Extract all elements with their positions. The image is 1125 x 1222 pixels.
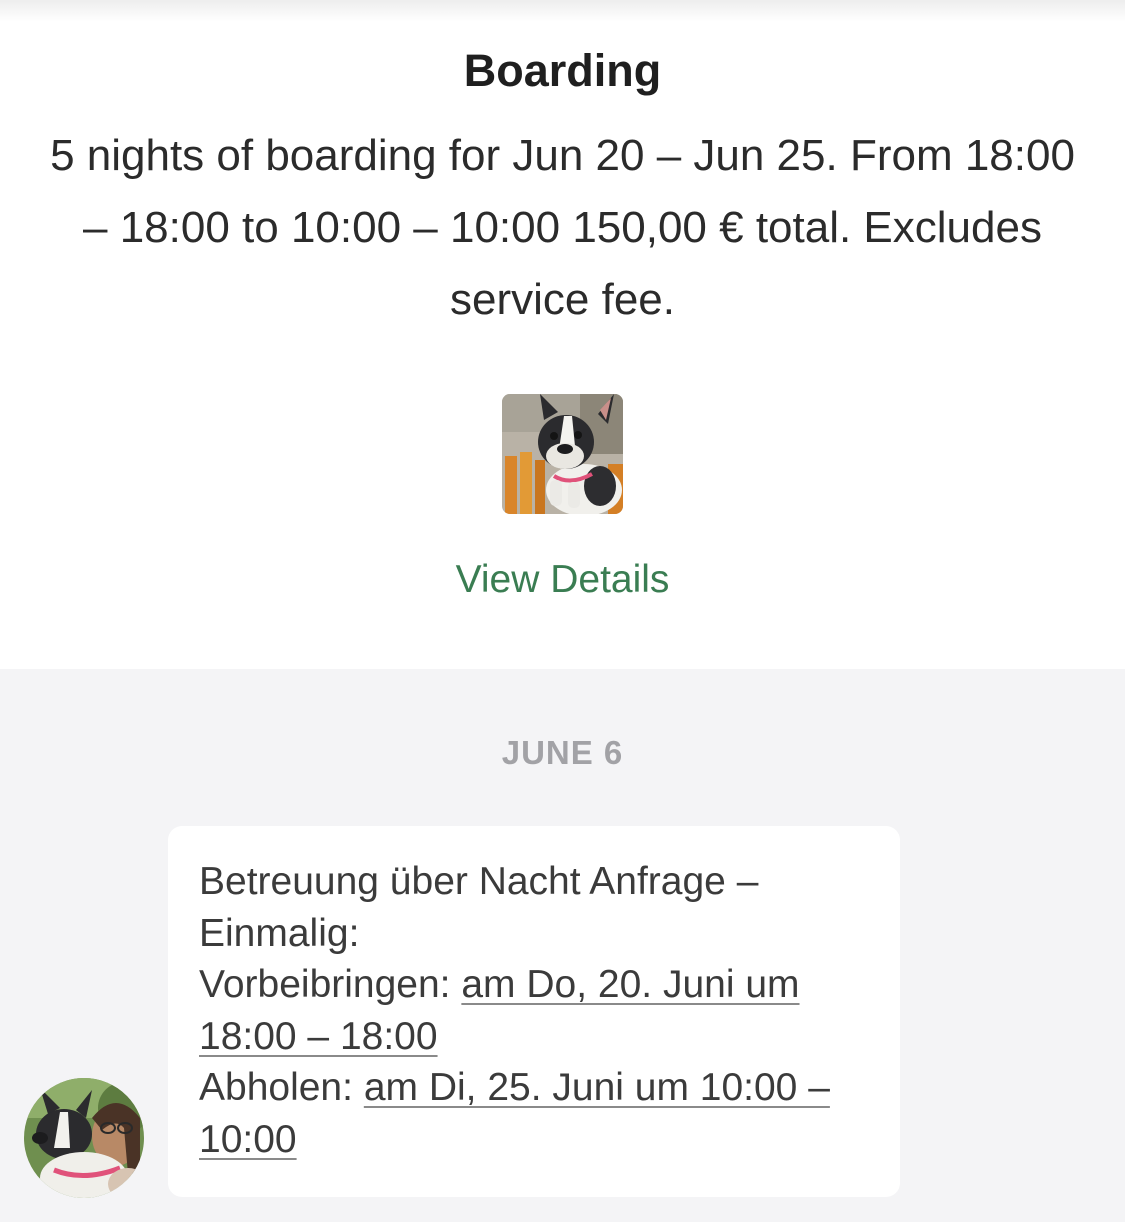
french-bulldog-image: [502, 394, 623, 514]
date-separator: JUNE 6: [501, 734, 624, 771]
pet-photo[interactable]: [502, 394, 623, 514]
sender-avatar[interactable]: [24, 1078, 144, 1198]
view-details-link[interactable]: View Details: [0, 552, 1125, 608]
message-dropoff-line: Vorbeibringen: am Do, 20. Juni um 18:00 …: [199, 959, 870, 1062]
booking-card: Boarding 5 nights of boarding for Jun 20…: [0, 0, 1125, 669]
booking-title: Boarding: [463, 45, 662, 96]
booking-description: 5 nights of boarding for Jun 20 – Jun 25…: [50, 131, 1075, 324]
message-pickup-line: Abholen: am Di, 25. Juni um 10:00 – 10:0…: [199, 1062, 870, 1165]
message-bubble: Betreuung über Nacht Anfrage – Einmalig:…: [168, 826, 900, 1197]
dropoff-label: Vorbeibringen:: [199, 963, 462, 1006]
message-text: Betreuung über Nacht Anfrage – Einmalig:…: [199, 856, 870, 1165]
pickup-label: Abholen:: [199, 1066, 364, 1109]
message-request-title: Betreuung über Nacht Anfrage – Einmalig:: [199, 860, 759, 955]
avatar-photo: [24, 1078, 144, 1198]
header-shadow: [0, 0, 1125, 22]
